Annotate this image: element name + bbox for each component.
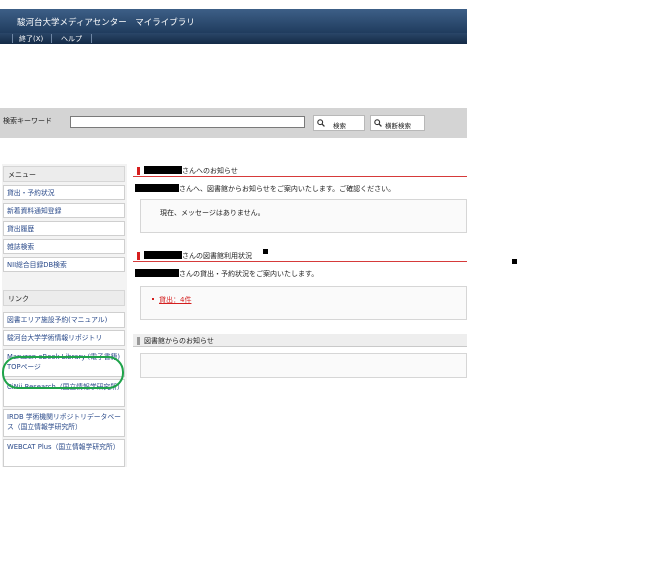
search-icon [374,119,382,127]
notice-panel-title: さんへのお知らせ [133,164,467,177]
notice-title-text: さんへのお知らせ [182,167,238,175]
link-facility-reservation[interactable]: 図書エリア施設予約(マニュアル) [3,312,125,328]
stray-mark [512,259,517,264]
redacted-name [135,184,179,192]
notice-intro-text: さんへ、図書館からお知らせをご案内いたします。ご確認ください。 [179,185,396,193]
search-button-label: 検索 [333,122,346,130]
sidebar-item-journal-search[interactable]: 雑誌検索 [3,239,125,254]
library-notice-box [140,353,467,378]
search-input[interactable] [70,116,305,128]
search-icon [317,119,325,127]
menu-exit[interactable]: 終了(X) [19,34,43,44]
redacted-name [144,166,182,174]
sidebar-item-loan-history[interactable]: 貸出履歴 [3,221,125,236]
loan-count-link[interactable]: 貸出：4件 [159,295,191,305]
section-marker [137,252,140,260]
search-bar: 検索キーワード 検索 横断検索 [0,108,467,138]
usage-title-text: さんの図書館利用状況 [182,252,252,260]
section-marker [137,337,140,345]
library-notice-title-text: 図書館からのお知らせ [144,337,214,345]
usage-intro-text: さんの貸出・予約状況をご案内いたします。 [179,270,319,278]
link-irdb[interactable]: IRDB 学術機関リポジトリデータベース（国立情報学研究所） [3,409,125,437]
sidebar-item-new-arrivals[interactable]: 新着資料通知登録 [3,203,125,218]
menu-bar: 終了(X) ヘルプ [0,33,467,44]
menu-separator [51,34,52,43]
redacted-name [135,269,179,277]
menu-help[interactable]: ヘルプ [61,34,82,44]
menu-separator [12,34,13,43]
link-webcat-plus[interactable]: WEBCAT Plus（国立情報学研究所） [3,439,125,467]
search-button[interactable]: 検索 [313,115,365,131]
usage-intro: さんの貸出・予約状況をご案内いたします。 [135,269,318,279]
menu-separator [91,34,92,43]
redacted-name [144,251,182,259]
library-notice-title: 図書館からのお知らせ [133,334,467,347]
highlight-ring [2,356,124,389]
bullet-icon [152,298,154,300]
usage-status-box: 貸出：4件 [140,286,467,320]
sidebar-item-loan-status[interactable]: 貸出・予約状況 [3,185,125,200]
notice-message-box: 現在、メッセージはありません。 [140,199,467,233]
redaction-mark [263,249,268,254]
section-marker [137,167,140,175]
cross-search-button[interactable]: 横断検索 [370,115,425,131]
title-bar: 駿河台大学メディアセンター マイライブラリ [0,9,467,33]
window-title: 駿河台大学メディアセンター マイライブラリ [17,18,195,28]
search-label: 検索キーワード [3,117,52,125]
menu-heading: メニュー [3,166,125,182]
notice-message: 現在、メッセージはありません。 [160,209,265,217]
link-repository[interactable]: 駿河台大学学術情報リポジトリ [3,330,125,346]
links-heading: リンク [3,290,125,306]
sidebar-item-nii-search[interactable]: NII総合目録DB検索 [3,257,125,272]
notice-intro: さんへ、図書館からお知らせをご案内いたします。ご確認ください。 [135,184,395,194]
usage-panel-title: さんの図書館利用状況 [133,249,467,262]
cross-search-button-label: 横断検索 [385,122,411,130]
my-library-window: 駿河台大学メディアセンター マイライブラリ 終了(X) ヘルプ 検索キーワード … [0,9,467,467]
